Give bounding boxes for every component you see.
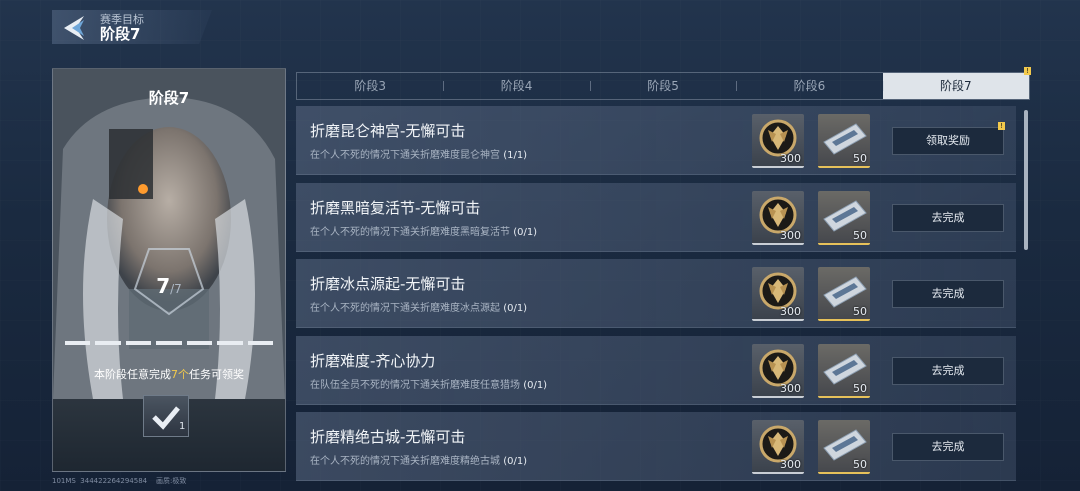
ping-label: 101MS [52,477,76,485]
ticket-amount: 50 [853,305,867,318]
quest-row: 折磨黑暗复活节-无懈可击 在个人不死的情况下通关折磨难度黑暗复活节 (0/1) … [296,183,1016,252]
button-label: 去完成 [931,287,965,300]
ticket-reward[interactable]: 50 [818,420,870,474]
progress-segment [186,341,213,345]
coin-reward[interactable]: 300 [752,344,804,398]
task-counter: 7/7 [141,274,197,308]
quest-progress: (0/1) [503,303,528,314]
progress-segment [95,341,121,345]
go-complete-button[interactable]: 去完成 [892,357,1004,385]
tab-stage-4[interactable]: 阶段4 [443,73,589,99]
quest-progress: (1/1) [503,150,528,161]
quest-row: 折磨昆仑神宫-无懈可击 在个人不死的情况下通关折磨难度昆仑神宫 (1/1) 30… [296,106,1016,175]
task-count-current: 7 [156,274,171,298]
coin-reward[interactable]: 300 [752,267,804,321]
back-arrow-icon [64,16,84,40]
button-label: 领取奖励 [926,134,970,147]
quality-label: 画质: [156,477,173,485]
quest-desc-text: 在个人不死的情况下通关折磨难度黑暗复活节 [310,227,510,238]
tab-stage-6[interactable]: 阶段6 [736,73,882,99]
desc-prefix: 本阶段任意完成 [94,368,171,381]
coin-amount: 300 [780,152,801,165]
quest-description: 在个人不死的情况下通关折磨难度昆仑神宫 (1/1) [310,146,527,161]
coin-amount: 300 [780,305,801,318]
quest-desc-text: 在队伍全员不死的情况下通关折磨难度任意猎场 [310,380,520,391]
coin-amount: 300 [780,382,801,395]
ticket-reward[interactable]: 50 [818,191,870,245]
stage-tabs: 阶段3 阶段4 阶段5 阶段6 阶段7! [296,67,1032,100]
notification-badge: ! [1024,67,1032,75]
button-label: 去完成 [931,211,965,224]
stage-description: 本阶段任意完成7个任务可领奖 [53,366,285,382]
ticket-amount: 50 [853,382,867,395]
quest-row: 折磨精绝古城-无懈可击 在个人不死的情况下通关折磨难度精绝古城 (0/1) 30… [296,412,1016,481]
quest-description: 在个人不死的情况下通关折磨难度黑暗复活节 (0/1) [310,223,537,238]
coin-reward[interactable]: 300 [752,420,804,474]
task-count-total: /7 [170,282,182,296]
stage-reward-count: 1 [179,421,186,432]
quality-value: 极致 [172,477,187,485]
quest-progress: (0/1) [523,380,548,391]
tab-stage-7[interactable]: 阶段7! [882,67,1032,99]
ticket-reward[interactable]: 50 [818,114,870,168]
ticket-amount: 50 [853,152,867,165]
page-title: 阶段7 [100,25,141,43]
progress-segment [247,341,273,345]
quest-progress: (0/1) [513,227,538,238]
stage-title: 阶段7 [148,89,190,107]
button-label: 去完成 [931,440,965,453]
ticket-amount: 50 [853,229,867,242]
quest-desc-text: 在个人不死的情况下通关折磨难度精绝古城 [310,456,500,467]
quest-description: 在个人不死的情况下通关折磨难度精绝古城 (0/1) [310,452,527,467]
desc-highlight: 7个 [171,368,189,381]
footer-status: 101MS 344422264294584 画质:极致 [52,476,186,486]
quest-title: 折磨昆仑神宫-无懈可击 [310,122,466,140]
quest-desc-text: 在个人不死的情况下通关折磨难度昆仑神宫 [310,150,500,161]
stage-card: 阶段7 7/7 本阶段任意完成7个任务可领奖 1 [52,68,286,472]
tab-stage-5[interactable]: 阶段5 [589,73,736,99]
go-complete-button[interactable]: 去完成 [892,280,1004,308]
character-portrait [53,69,285,399]
progress-segment [125,341,152,345]
quest-description: 在队伍全员不死的情况下通关折磨难度任意猎场 (0/1) [310,376,547,391]
quest-title: 折磨黑暗复活节-无懈可击 [310,199,481,217]
progress-bar [65,341,273,345]
quest-title: 折磨精绝古城-无懈可击 [310,428,466,446]
progress-segment [65,341,91,345]
quest-row: 折磨难度-齐心协力 在队伍全员不死的情况下通关折磨难度任意猎场 (0/1) 30… [296,336,1016,405]
back-button[interactable] [60,14,90,42]
quest-progress: (0/1) [503,456,528,467]
tab-label: 阶段7 [940,79,972,93]
coin-reward[interactable]: 300 [752,191,804,245]
coin-amount: 300 [780,229,801,242]
progress-segment [217,341,243,345]
progress-segment [156,341,182,345]
ticket-reward[interactable]: 50 [818,344,870,398]
tab-stage-3[interactable]: 阶段3 [297,73,443,99]
claim-reward-button[interactable]: 领取奖励! [892,122,1005,155]
quest-title: 折磨冰点源起-无懈可击 [310,275,466,293]
coin-reward[interactable]: 300 [752,114,804,168]
desc-suffix: 任务可领奖 [189,368,244,381]
quest-row: 折磨冰点源起-无懈可击 在个人不死的情况下通关折磨难度冰点源起 (0/1) 30… [296,259,1016,328]
uid-label: 344422264294584 [80,477,148,485]
quest-description: 在个人不死的情况下通关折磨难度冰点源起 (0/1) [310,299,527,314]
go-complete-button[interactable]: 去完成 [892,204,1004,232]
coin-amount: 300 [780,458,801,471]
button-label: 去完成 [931,364,965,377]
go-complete-button[interactable]: 去完成 [892,433,1004,461]
ticket-reward[interactable]: 50 [818,267,870,321]
quest-title: 折磨难度-齐心协力 [310,352,436,370]
notification-badge: ! [998,122,1005,130]
quest-desc-text: 在个人不死的情况下通关折磨难度冰点源起 [310,303,500,314]
scrollbar[interactable] [1024,110,1028,250]
ticket-amount: 50 [853,458,867,471]
